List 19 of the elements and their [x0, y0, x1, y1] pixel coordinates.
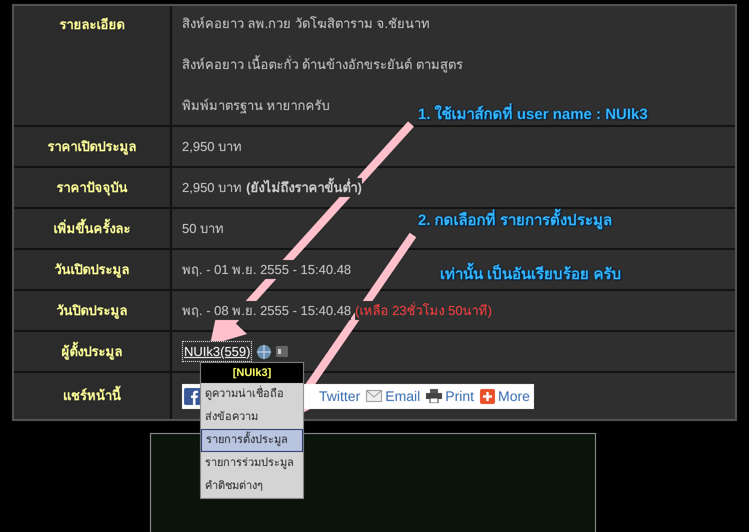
value-text: พฤ. - 08 พ.ย. 2555 - 15:40.48 — [182, 300, 352, 320]
detail-text: สิงห์คอยาว ลพ.กวย วัดโฆสิตาราม จ.ชัยนาท — [182, 15, 430, 33]
popup-title: [NUIk3] — [201, 363, 303, 383]
annotation-text: 2. กดเลือกที่ รายการตั้งประมูล — [418, 210, 612, 232]
detail-text: สิงห์คอยาว เนื้อตะกั่ว ด้านข้างอักขระยันต์ ตามสูตร — [182, 55, 463, 74]
field-label: เพิ่มขึ้นครั้งละ — [14, 209, 170, 248]
field-label: ราคาเปิดประมูล — [14, 127, 170, 166]
field-label: วันเปิดประมูล — [14, 250, 170, 289]
field-label: วันปิดประมูล — [14, 291, 170, 330]
annotation-text: เท่านั้น เป็นอันเรียบร้อย ครับ — [440, 264, 622, 286]
note-text: (ยังไม่ถึงราคาขั้นต่ำ) — [246, 178, 362, 198]
value-text: พฤ. - 01 พ.ย. 2555 - 15:40.48 — [182, 260, 352, 280]
annotation-text: 1. ใช้เมาส์กดที่ user name : NUIk3 — [418, 104, 648, 126]
field-label: ราคาปัจจุบัน — [14, 168, 170, 207]
time-left-text: (เหลือ 23ชั่วโมง 50นาที) — [355, 300, 492, 320]
field-label: รายละเอียด — [14, 6, 170, 125]
detail-text: พิมพ์มาตรฐาน หายากครับ — [182, 97, 330, 115]
field-label: ผู้ตั้งประมูล — [14, 332, 170, 371]
field-label: แชร์หน้านี้ — [14, 373, 170, 419]
